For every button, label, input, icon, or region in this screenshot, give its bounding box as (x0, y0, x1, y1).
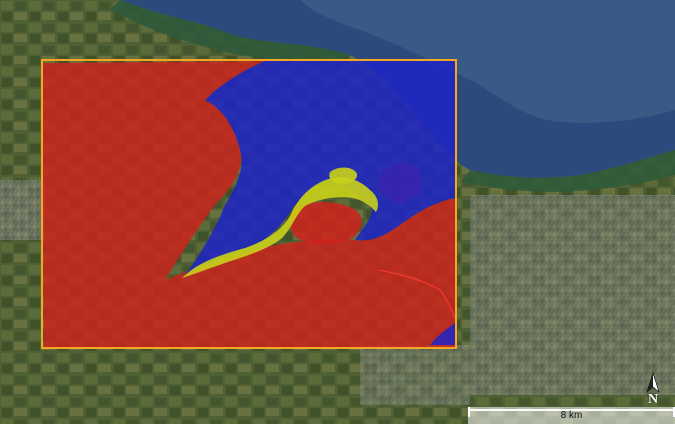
north-label: N (647, 392, 659, 407)
north-arrow: N (643, 372, 663, 412)
urban-area (360, 345, 470, 405)
urban-area (470, 195, 675, 395)
satellite-map[interactable] (0, 0, 675, 424)
north-arrow-icon (646, 372, 660, 393)
urban-area (0, 180, 45, 240)
